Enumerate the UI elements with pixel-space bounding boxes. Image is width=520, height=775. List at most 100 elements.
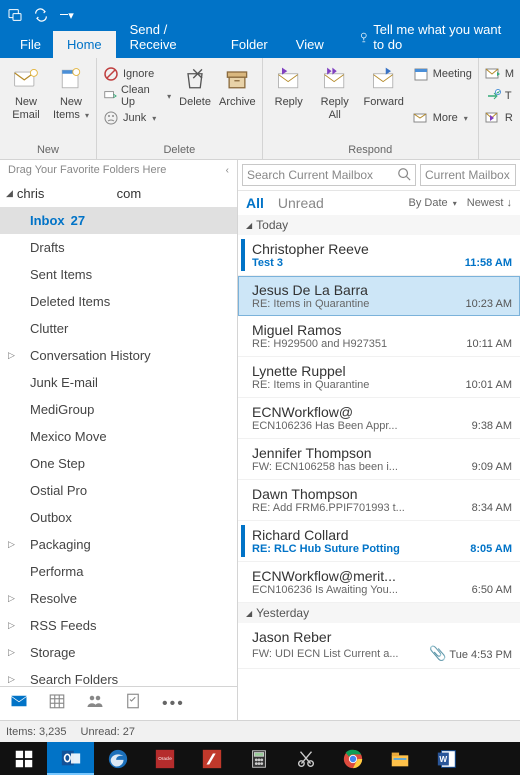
search-scope[interactable]: Current Mailbox [420, 164, 516, 186]
chevron-down-icon: ◢ [246, 221, 252, 230]
nav-people-icon[interactable] [86, 692, 104, 715]
tab-send-receive[interactable]: Send / Receive [116, 16, 217, 58]
folder-item[interactable]: Sent Items [0, 261, 237, 288]
svg-text:W: W [439, 754, 447, 763]
message-subject: RE: Items in Quarantine [252, 298, 369, 310]
message-from: Christopher Reeve [252, 241, 512, 257]
account-header[interactable]: ◢ chris com [0, 180, 237, 207]
folder-item[interactable]: ▷RSS Feeds [0, 612, 237, 639]
taskbar-chrome[interactable] [329, 742, 376, 775]
extra-r-button[interactable]: R [485, 108, 514, 128]
taskbar-outlook[interactable] [47, 742, 94, 775]
folder-item[interactable]: One Step [0, 450, 237, 477]
ribbon-group-delete: Ignore Clean Up▾ Junk▾ Delete Archive [97, 58, 263, 159]
filter-all[interactable]: All [246, 195, 264, 211]
folder-item[interactable]: Inbox27 [0, 207, 237, 234]
favorites-header: Drag Your Favorite Folders Here ‹ [0, 160, 237, 180]
search-bar: Search Current Mailbox Current Mailbox [238, 160, 520, 191]
folder-item[interactable]: Clutter [0, 315, 237, 342]
reply-all-button[interactable]: Reply All [315, 62, 355, 121]
reply-button[interactable]: Reply [269, 62, 309, 109]
message-from: Miguel Ramos [252, 322, 512, 338]
folder-item[interactable]: ▷Conversation History [0, 342, 237, 369]
group-label-new: New [6, 142, 90, 159]
sort-newest[interactable]: Newest ↓ [467, 197, 512, 209]
new-email-button[interactable]: New Email [6, 62, 46, 121]
message-item[interactable]: Lynette RuppelRE: Items in Quarantine10:… [238, 357, 520, 398]
delete-button[interactable]: Delete [177, 62, 213, 109]
extra-m-button[interactable]: M [485, 64, 514, 84]
taskbar-oracle[interactable]: Oracle [141, 742, 188, 775]
message-time: 8:34 AM [472, 502, 512, 514]
tell-me-label: Tell me what you want to do [373, 22, 506, 52]
new-items-icon [56, 64, 86, 94]
nav-more-icon[interactable]: ••• [162, 695, 185, 713]
nav-calendar-icon[interactable] [48, 692, 66, 715]
message-group-header[interactable]: ◢Today [238, 215, 520, 235]
taskbar-start[interactable] [0, 742, 47, 775]
tab-view[interactable]: View [282, 31, 338, 58]
message-subject: FW: ECN106258 has been i... [252, 461, 398, 473]
folder-item[interactable]: ▷Search Folders [0, 666, 237, 686]
folder-item[interactable]: Performa [0, 558, 237, 585]
cleanup-button[interactable]: Clean Up▾ [103, 86, 171, 106]
folder-item[interactable]: Deleted Items [0, 288, 237, 315]
tab-home[interactable]: Home [53, 31, 116, 58]
taskbar-calculator[interactable] [235, 742, 282, 775]
folder-item[interactable]: Ostial Pro [0, 477, 237, 504]
search-icon[interactable] [397, 167, 411, 184]
taskbar-word[interactable]: W [423, 742, 470, 775]
group-label-delete: Delete [103, 142, 256, 159]
message-item[interactable]: ECNWorkflow@merit...ECN106236 Is Awaitin… [238, 562, 520, 603]
taskbar-edge[interactable] [94, 742, 141, 775]
taskbar-snip[interactable] [282, 742, 329, 775]
message-pane: Search Current Mailbox Current Mailbox A… [238, 160, 520, 720]
tell-me[interactable]: Tell me what you want to do [344, 16, 520, 58]
tab-file[interactable]: File [8, 31, 53, 58]
folder-item[interactable]: Outbox [0, 504, 237, 531]
folder-item[interactable]: Junk E-mail [0, 369, 237, 396]
folder-item[interactable]: ▷Packaging [0, 531, 237, 558]
quickaccess-dropdown-icon[interactable]: ▾ [58, 6, 76, 24]
nav-mail-icon[interactable] [10, 692, 28, 715]
collapse-favorites-icon[interactable]: ‹ [226, 165, 229, 176]
message-item[interactable]: Jason ReberFW: UDI ECN List Current a...… [238, 623, 520, 669]
message-time: 9:09 AM [472, 461, 512, 473]
quick-send-receive-icon[interactable] [32, 6, 50, 24]
folder-item[interactable]: MediGroup [0, 396, 237, 423]
ignore-button[interactable]: Ignore [103, 64, 171, 84]
reply-icon [274, 64, 304, 94]
nav-tasks-icon[interactable] [124, 692, 142, 715]
more-button[interactable]: More▾ [413, 108, 472, 128]
message-time: 10:01 AM [466, 379, 512, 391]
junk-button[interactable]: Junk▾ [103, 108, 171, 128]
taskbar-explorer[interactable] [376, 742, 423, 775]
meeting-button[interactable]: Meeting [413, 64, 472, 84]
status-items: Items: 3,235 [6, 726, 67, 738]
tab-folder[interactable]: Folder [217, 31, 282, 58]
new-items-button[interactable]: New Items ▾ [52, 62, 90, 121]
message-item[interactable]: ECNWorkflow@ECN106236 Has Been Appr...9:… [238, 398, 520, 439]
message-item[interactable]: Dawn ThompsonRE: Add FRM6.PPIF701993 t..… [238, 480, 520, 521]
forward-button[interactable]: Forward [361, 62, 407, 109]
chevron-right-icon: ▷ [8, 674, 18, 685]
message-item[interactable]: Richard CollardRE: RLC Hub Suture Pottin… [238, 521, 520, 562]
folder-item[interactable]: ▷Storage [0, 639, 237, 666]
message-item[interactable]: Jennifer ThompsonFW: ECN106258 has been … [238, 439, 520, 480]
filter-unread[interactable]: Unread [278, 195, 324, 211]
message-group-header[interactable]: ◢Yesterday [238, 603, 520, 623]
folder-item[interactable]: ▷Resolve [0, 585, 237, 612]
taskbar-app-red[interactable] [188, 742, 235, 775]
message-item[interactable]: Christopher ReeveTest 311:58 AM [238, 235, 520, 276]
message-item[interactable]: Jesus De La BarraRE: Items in Quarantine… [238, 276, 520, 316]
folder-item[interactable]: Drafts [0, 234, 237, 261]
sort-by-date[interactable]: By Date ▾ [409, 197, 457, 209]
extra-t-button[interactable]: T [485, 86, 514, 106]
folder-item[interactable]: Mexico Move [0, 423, 237, 450]
search-input[interactable]: Search Current Mailbox [242, 164, 416, 186]
status-bar: Items: 3,235 Unread: 27 [0, 720, 520, 742]
folder-list: Inbox27DraftsSent ItemsDeleted ItemsClut… [0, 207, 237, 686]
cleanup-icon [103, 88, 117, 104]
archive-button[interactable]: Archive [219, 62, 256, 109]
message-item[interactable]: Miguel RamosRE: H929500 and H92735110:11… [238, 316, 520, 357]
